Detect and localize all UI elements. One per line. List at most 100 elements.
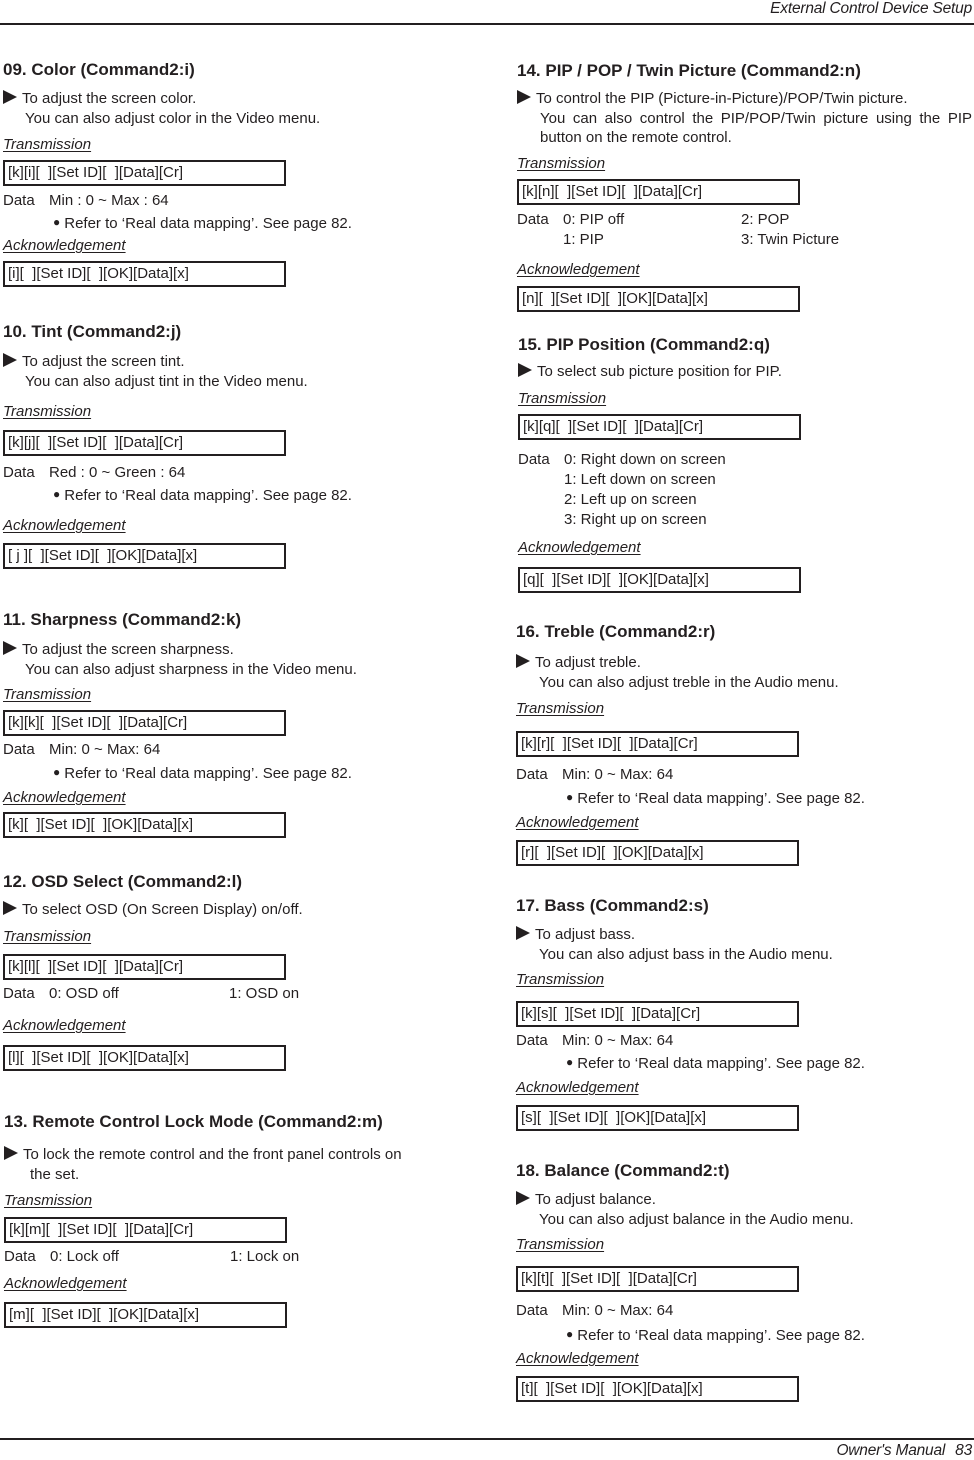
transmission-label: Transmission bbox=[4, 1192, 93, 1209]
acknowledgement-command-box: [i][ ][Set ID][ ][OK][Data][x] bbox=[3, 261, 286, 287]
arrow-bullet-icon bbox=[3, 90, 17, 104]
transmission-command-box: [k][r][ ][Set ID][ ][Data][Cr] bbox=[516, 731, 799, 757]
note-text: Refer to ‘Real data mapping’. See page 8… bbox=[64, 215, 352, 232]
section-description: To adjust balance. You can also adjust b… bbox=[516, 1190, 854, 1229]
bullet-icon: ● bbox=[566, 1327, 574, 1341]
data-value: Min: 0 ~ Max: 64 bbox=[562, 766, 674, 783]
data-option: 3: Right up on screen bbox=[564, 511, 707, 528]
note-text: Refer to ‘Real data mapping’. See page 8… bbox=[64, 487, 352, 504]
data-option: 0: OSD off bbox=[49, 985, 119, 1002]
header-divider bbox=[0, 23, 974, 25]
acknowledgement-command-box: [k][ ][Set ID][ ][OK][Data][x] bbox=[3, 812, 286, 838]
description-line: To select sub picture position for PIP. bbox=[537, 363, 782, 380]
acknowledgement-label: Acknowledgement bbox=[517, 261, 640, 278]
arrow-bullet-icon bbox=[516, 654, 530, 668]
section-description: To adjust the screen color. You can also… bbox=[3, 89, 320, 128]
data-label: Data bbox=[517, 211, 549, 228]
data-option: 1: PIP bbox=[563, 231, 604, 248]
acknowledgement-label: Acknowledgement bbox=[3, 517, 126, 534]
acknowledgement-label: Acknowledgement bbox=[516, 814, 639, 831]
note-text: Refer to ‘Real data mapping’. See page 8… bbox=[577, 790, 865, 807]
data-option: 2: Left up on screen bbox=[564, 491, 697, 508]
description-line: To adjust balance. bbox=[535, 1191, 656, 1208]
transmission-command-box: [k][i][ ][Set ID][ ][Data][Cr] bbox=[3, 160, 286, 186]
data-range: Data Min: 0 ~ Max: 64 bbox=[3, 740, 160, 760]
transmission-label: Transmission bbox=[518, 390, 607, 407]
data-range: Data Red : 0 ~ Green : 64 bbox=[3, 463, 185, 483]
transmission-command-box: [k][n][ ][Set ID][ ][Data][Cr] bbox=[517, 179, 800, 205]
data-option: 1: OSD on bbox=[229, 985, 300, 1002]
section-description: To select OSD (On Screen Display) on/off… bbox=[3, 900, 303, 920]
page-footer: Owner's Manual 83 bbox=[836, 1442, 972, 1460]
data-value: Min: 0 ~ Max: 64 bbox=[49, 741, 161, 758]
acknowledgement-label: Acknowledgement bbox=[4, 1275, 127, 1292]
section-title: 17. Bass (Command2:s) bbox=[516, 896, 709, 915]
section-description: To lock the remote control and the front… bbox=[4, 1145, 402, 1184]
note-text: Refer to ‘Real data mapping’. See page 8… bbox=[577, 1327, 865, 1344]
note-text: Refer to ‘Real data mapping’. See page 8… bbox=[577, 1055, 865, 1072]
data-label: Data bbox=[3, 741, 35, 758]
data-option: 1: Lock on bbox=[230, 1248, 300, 1265]
description-line: You can also adjust treble in the Audio … bbox=[539, 673, 839, 691]
arrow-bullet-icon bbox=[3, 353, 17, 367]
acknowledgement-command-box: [n][ ][Set ID][ ][OK][Data][x] bbox=[517, 286, 800, 312]
acknowledgement-command-box: [r][ ][Set ID][ ][OK][Data][x] bbox=[516, 840, 799, 866]
reference-note: ● Refer to ‘Real data mapping’. See page … bbox=[53, 215, 352, 232]
transmission-label: Transmission bbox=[517, 155, 606, 172]
transmission-command-box: [k][l][ ][Set ID][ ][Data][Cr] bbox=[3, 954, 286, 980]
bullet-icon: ● bbox=[53, 487, 61, 501]
transmission-label: Transmission bbox=[3, 403, 92, 420]
data-label: Data bbox=[518, 451, 550, 468]
section-description: To adjust the screen sharpness. You can … bbox=[3, 640, 357, 679]
description-line: To adjust the screen color. bbox=[22, 90, 197, 107]
description-line: You can also adjust sharpness in the Vid… bbox=[25, 660, 357, 678]
page-number: 83 bbox=[955, 1442, 972, 1459]
manual-name: Owner's Manual bbox=[836, 1442, 946, 1459]
description-line: You can also control the PIP/POP/Twin pi… bbox=[540, 109, 972, 147]
data-option: 0: PIP off bbox=[563, 211, 625, 228]
data-option: 0: Lock off bbox=[50, 1248, 119, 1265]
data-range: Data Min: 0 ~ Max: 64 bbox=[516, 1301, 673, 1321]
data-options: Data 0: OSD off bbox=[3, 984, 119, 1004]
data-label: Data bbox=[4, 1248, 36, 1265]
acknowledgement-label: Acknowledgement bbox=[3, 237, 126, 254]
bullet-icon: ● bbox=[53, 215, 61, 229]
acknowledgement-command-box: [q][ ][Set ID][ ][OK][Data][x] bbox=[518, 567, 801, 593]
section-title: 18. Balance (Command2:t) bbox=[516, 1161, 730, 1180]
data-label: Data bbox=[3, 464, 35, 481]
data-options: Data 0: Lock off bbox=[4, 1247, 119, 1267]
acknowledgement-command-box: [l][ ][Set ID][ ][OK][Data][x] bbox=[3, 1045, 286, 1071]
description-line: To adjust the screen tint. bbox=[22, 353, 185, 370]
acknowledgement-command-box: [t][ ][Set ID][ ][OK][Data][x] bbox=[516, 1376, 799, 1402]
section-description: To adjust the screen tint. You can also … bbox=[3, 352, 308, 391]
acknowledgement-command-box: [s][ ][Set ID][ ][OK][Data][x] bbox=[516, 1105, 799, 1131]
data-value: Min : 0 ~ Max : 64 bbox=[49, 192, 169, 209]
section-title: 10. Tint (Command2:j) bbox=[3, 322, 182, 341]
section-title: 16. Treble (Command2:r) bbox=[516, 622, 716, 641]
data-range: Data Min : 0 ~ Max : 64 bbox=[3, 191, 169, 211]
page-header-title: External Control Device Setup bbox=[770, 0, 972, 17]
transmission-command-box: [k][q][ ][Set ID][ ][Data][Cr] bbox=[518, 414, 801, 440]
reference-note: ● Refer to ‘Real data mapping’. See page … bbox=[566, 1327, 865, 1344]
transmission-label: Transmission bbox=[516, 1236, 605, 1253]
section-description: To select sub picture position for PIP. bbox=[518, 362, 782, 382]
section-description: To adjust bass. You can also adjust bass… bbox=[516, 925, 833, 964]
section-title: 15. PIP Position (Command2:q) bbox=[518, 335, 770, 354]
data-label: Data bbox=[3, 985, 35, 1002]
description-line: You can also adjust balance in the Audio… bbox=[539, 1210, 854, 1228]
acknowledgement-label: Acknowledgement bbox=[3, 1017, 126, 1034]
data-option: 2: POP bbox=[741, 211, 790, 228]
arrow-bullet-icon bbox=[516, 926, 530, 940]
data-label: Data bbox=[516, 1032, 548, 1049]
reference-note: ● Refer to ‘Real data mapping’. See page … bbox=[566, 1055, 865, 1072]
bullet-icon: ● bbox=[566, 790, 574, 804]
data-value: Min: 0 ~ Max: 64 bbox=[562, 1302, 674, 1319]
reference-note: ● Refer to ‘Real data mapping’. See page … bbox=[53, 765, 352, 782]
data-range: Data Min: 0 ~ Max: 64 bbox=[516, 1031, 673, 1051]
data-label: Data bbox=[516, 766, 548, 783]
transmission-command-box: [k][m][ ][Set ID][ ][Data][Cr] bbox=[4, 1217, 287, 1243]
reference-note: ● Refer to ‘Real data mapping’. See page … bbox=[566, 790, 865, 807]
acknowledgement-command-box: [m][ ][Set ID][ ][OK][Data][x] bbox=[4, 1302, 287, 1328]
transmission-label: Transmission bbox=[516, 971, 605, 988]
footer-divider bbox=[0, 1438, 974, 1440]
